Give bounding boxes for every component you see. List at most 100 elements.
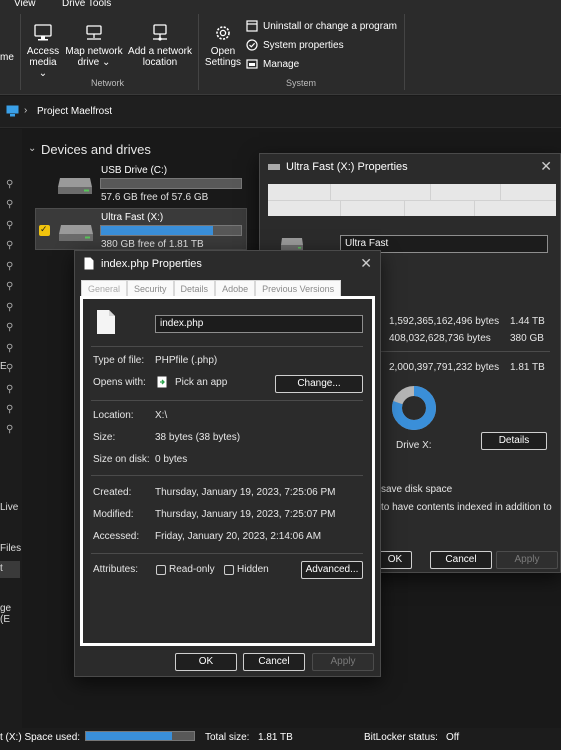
- ribbon: View Drive Tools me Access media ⌄ Map n…: [0, 0, 561, 95]
- type-label: Type of file:: [93, 355, 145, 366]
- details-button[interactable]: Details: [481, 432, 547, 450]
- sidebar-selected-row[interactable]: t: [0, 561, 20, 578]
- cancel-button[interactable]: Cancel: [430, 551, 492, 569]
- breadcrumb-current[interactable]: Project Maelfrost: [37, 106, 112, 117]
- apply-button[interactable]: Apply: [496, 551, 558, 569]
- file-properties-titlebar[interactable]: index.php Properties: [75, 251, 380, 277]
- manage-button[interactable]: Manage: [246, 58, 299, 70]
- access-media-label-2: media: [29, 57, 57, 68]
- apply-button[interactable]: Apply: [312, 653, 374, 671]
- size-on-disk-value: 0 bytes: [155, 454, 188, 465]
- bitlocker-value: Off: [446, 732, 460, 743]
- access-media-button[interactable]: Access media ⌄: [24, 24, 62, 79]
- open-settings-button[interactable]: Open Settings: [203, 24, 243, 68]
- address-bar[interactable]: › Project Maelfrost: [0, 96, 561, 128]
- drive-free-space: 57.6 GB free of 57.6 GB: [101, 192, 209, 203]
- drive-usage-fill: [101, 226, 213, 235]
- drive-properties-titlebar[interactable]: Ultra Fast (X:) Properties: [260, 154, 560, 180]
- close-icon[interactable]: ✕: [360, 255, 372, 272]
- ok-button[interactable]: OK: [175, 653, 237, 671]
- pin-icon[interactable]: ⚲: [6, 424, 16, 435]
- pin-icon[interactable]: ⚲: [6, 199, 16, 210]
- read-only-checkbox[interactable]: [156, 565, 166, 575]
- space-used-bar: [85, 731, 195, 741]
- created-value: Thursday, January 19, 2023, 7:25:06 PM: [155, 487, 336, 498]
- modified-label: Modified:: [93, 509, 134, 520]
- pin-icon[interactable]: ⚲: [6, 281, 16, 292]
- tab-divider: [430, 184, 431, 200]
- drive-letter-label: Drive X:: [396, 440, 432, 451]
- tab-divider: [500, 184, 501, 200]
- chevron-down-icon: ⌄: [99, 57, 111, 68]
- tab-general[interactable]: General: [81, 280, 128, 296]
- free-bytes: 408,032,628,736 bytes: [389, 333, 491, 344]
- tab-previous-versions[interactable]: Previous Versions: [255, 280, 342, 296]
- network-location-icon: [153, 24, 167, 41]
- tab-view[interactable]: View: [14, 0, 36, 9]
- sidebar-item-partial[interactable]: E: [0, 361, 7, 372]
- pin-icon[interactable]: ⚲: [6, 240, 16, 251]
- map-network-label-1: Map network: [65, 46, 123, 57]
- size-on-disk-label: Size on disk:: [93, 454, 150, 465]
- sidebar-item-partial[interactable]: Live: [0, 502, 18, 513]
- pin-icon[interactable]: ⚲: [6, 261, 16, 272]
- cancel-button[interactable]: Cancel: [243, 653, 305, 671]
- pin-icon[interactable]: ⚲: [6, 404, 16, 415]
- tab-details[interactable]: Details: [173, 280, 216, 296]
- divider: [91, 346, 363, 347]
- manage-icon: [246, 59, 258, 69]
- drive-properties-tabs[interactable]: [268, 184, 556, 216]
- group-separator: [20, 14, 21, 90]
- selected-checkbox[interactable]: ✓: [39, 224, 50, 236]
- pin-icon[interactable]: ⚲: [6, 179, 16, 190]
- system-properties-label: System properties: [263, 39, 344, 51]
- nav-sidebar: ⚲ ⚲ ⚲ ⚲ ⚲ ⚲ ⚲ ⚲ ⚲ ⚲ ⚲ ⚲ ⚲ E Live Files t…: [0, 129, 22, 729]
- pin-icon[interactable]: ⚲: [6, 343, 16, 354]
- drive-usage-bar: [100, 178, 242, 189]
- sidebar-item-partial[interactable]: ge (E: [0, 603, 22, 625]
- check-circle-icon: [246, 39, 258, 51]
- gear-icon: [216, 26, 230, 40]
- capacity-bytes: 2,000,397,791,232 bytes: [389, 362, 500, 373]
- drive-icon: [58, 178, 92, 194]
- file-name-field[interactable]: index.php: [155, 315, 363, 333]
- drive-usage-bar: [100, 225, 242, 236]
- hidden-checkbox[interactable]: [224, 565, 234, 575]
- pin-icon[interactable]: ⚲: [6, 322, 16, 333]
- total-size-label: Total size:: [205, 732, 250, 743]
- tab-security[interactable]: Security: [127, 280, 174, 296]
- tab-drive-tools[interactable]: Drive Tools: [62, 0, 111, 9]
- accessed-label: Accessed:: [93, 531, 140, 542]
- pin-icon[interactable]: ⚲: [6, 363, 16, 374]
- tab-divider: [330, 184, 331, 200]
- monitor-icon: [6, 105, 19, 117]
- add-network-label-1: Add a network: [128, 46, 192, 57]
- drive-icon: [268, 164, 280, 170]
- ok-button[interactable]: OK: [378, 551, 412, 569]
- add-network-location-button[interactable]: Add a network location: [126, 24, 194, 68]
- divider: [91, 475, 363, 476]
- file-properties-title: index.php Properties: [101, 258, 202, 270]
- used-size: 1.44 TB: [510, 316, 545, 327]
- tab-adobe[interactable]: Adobe: [215, 280, 256, 296]
- uninstall-program-button[interactable]: Uninstall or change a program: [246, 20, 397, 32]
- advanced-button[interactable]: Advanced...: [301, 561, 363, 579]
- open-settings-label-2: Settings: [204, 57, 242, 68]
- system-properties-button[interactable]: System properties: [246, 39, 344, 51]
- drive-item-usb[interactable]: USB Drive (C:) 57.6 GB free of 57.6 GB: [35, 162, 247, 204]
- sidebar-item-partial[interactable]: Files: [0, 543, 21, 554]
- pin-icon[interactable]: ⚲: [6, 220, 16, 231]
- chevron-right-icon: ›: [24, 105, 28, 116]
- drive-item-ultra-fast[interactable]: ✓ Ultra Fast (X:) 380 GB free of 1.81 TB: [35, 208, 247, 250]
- map-network-drive-button[interactable]: Map network drive ⌄: [64, 24, 124, 68]
- details-status-bar: t (X:) Space used: Total size: 1.81 TB B…: [0, 728, 561, 750]
- chevron-down-icon[interactable]: ⌄: [28, 143, 36, 154]
- change-button[interactable]: Change...: [275, 375, 363, 393]
- pin-icon[interactable]: ⚲: [6, 384, 16, 395]
- size-value: 38 bytes (38 bytes): [155, 432, 241, 443]
- group-separator: [404, 14, 405, 90]
- close-icon[interactable]: ✕: [540, 158, 552, 175]
- pin-icon[interactable]: ⚲: [6, 302, 16, 313]
- uninstall-label: Uninstall or change a program: [263, 20, 397, 32]
- sidebar-item-partial: t: [0, 563, 3, 574]
